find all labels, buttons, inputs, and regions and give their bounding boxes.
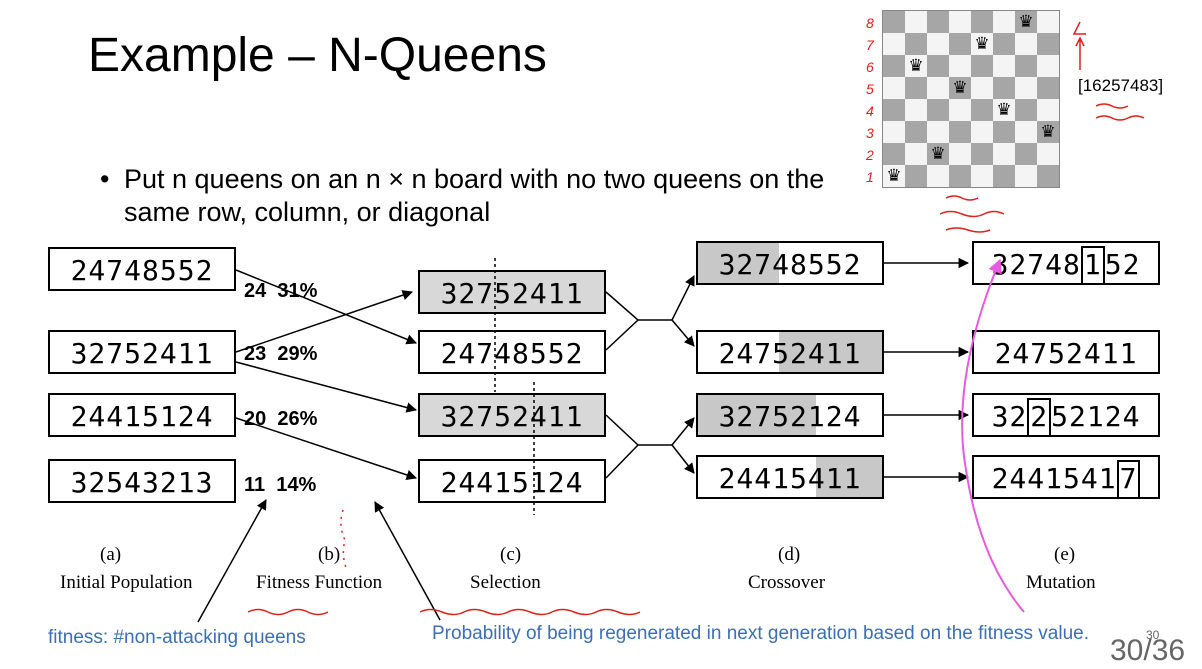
diagram-connectors [197,21,1145,623]
fitness-note: fitness: #non-attacking queens [48,627,306,648]
selection-arrow [235,361,418,413]
caption-letter-c: (c) [500,544,522,565]
caption-e: Mutation [1026,572,1096,593]
red-handwriting [939,195,1005,233]
red-arrow-up [1075,36,1085,70]
caption-b: Fitness Function [256,572,383,593]
crossover-bracket [605,291,640,351]
selection-arrow [235,290,413,353]
fitness-pointer [197,499,267,623]
page-number: 30/36 [1110,634,1186,667]
red-dotted-marker [340,509,348,571]
crossover-arrow [671,417,695,446]
crossover-bracket [605,414,640,479]
caption-letter-a: (a) [100,544,122,565]
probability-pointer [374,501,441,621]
caption-letter-b: (b) [318,544,341,565]
pink-annotation-arrow [961,258,1025,613]
red-annotation-check [1072,21,1086,35]
caption-a: Initial Population [60,572,193,593]
caption-letter-d: (d) [778,544,801,565]
crossover-arrow [671,319,695,347]
crossover-arrow [671,275,695,321]
red-handwriting-caption [247,608,641,616]
probability-note: Probability of being regenerated in next… [432,623,1090,644]
crossover-arrow [671,444,695,474]
selection-arrow [235,269,417,345]
selection-arrow [235,417,417,480]
caption-letter-e: (e) [1054,544,1076,565]
caption-d: Crossover [748,572,826,593]
red-handwriting-side [1095,103,1145,121]
caption-c: Selection [470,572,541,593]
